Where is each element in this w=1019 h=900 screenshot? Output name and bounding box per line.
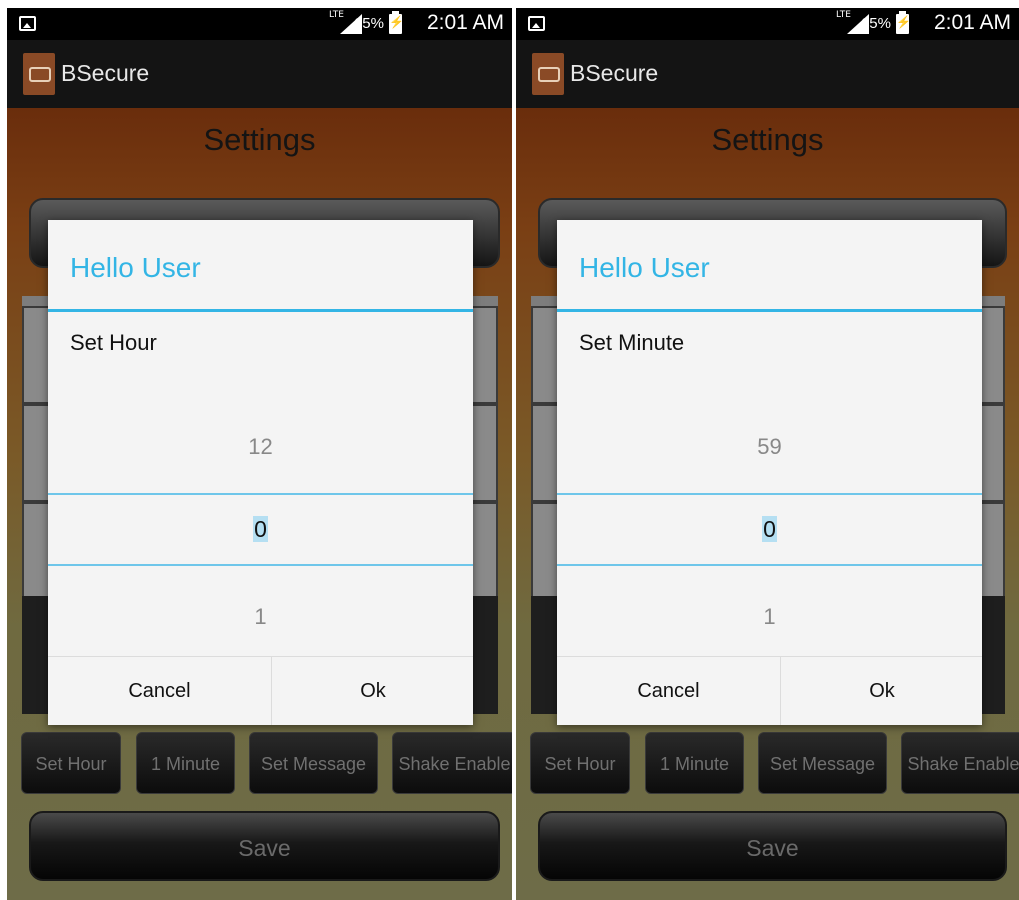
set-hour-dialog: Hello User Set Hour 12 0 1 Cancel Ok xyxy=(48,220,473,725)
picker-divider-bottom xyxy=(48,564,473,566)
picker-divider-top xyxy=(557,493,982,495)
bottom-button-bar: Set Hour 1 Minute Set Message Shake Enab… xyxy=(21,732,512,794)
dialog-title-divider xyxy=(48,309,473,312)
app-title: BSecure xyxy=(61,60,150,86)
ok-button[interactable]: Ok xyxy=(273,657,473,725)
battery-percent: 65% xyxy=(353,15,384,32)
dialog-title: Hello User xyxy=(70,252,201,283)
picker-previous-value[interactable]: 59 xyxy=(557,434,982,460)
app-logo-icon xyxy=(532,53,564,95)
shake-enable-button[interactable]: Shake Enable xyxy=(392,732,512,794)
battery-percent: 65% xyxy=(860,15,891,32)
status-bar: LTE 65% 2:01 AM xyxy=(516,8,1019,40)
action-bar: BSecure xyxy=(7,40,512,108)
set-hour-button[interactable]: Set Hour xyxy=(21,732,121,794)
page-title: Settings xyxy=(711,122,824,157)
cancel-button[interactable]: Cancel xyxy=(48,657,272,725)
image-notification-icon xyxy=(19,16,36,31)
screen-left: LTE 65% 2:01 AM BSecure Settings Set Hou… xyxy=(7,8,512,900)
status-bar: LTE 65% 2:01 AM xyxy=(7,8,512,40)
picker-current-text[interactable]: 0 xyxy=(253,516,268,542)
dialog-message: Set Hour xyxy=(70,330,157,355)
app-title: BSecure xyxy=(570,60,659,86)
ok-button[interactable]: Ok xyxy=(782,657,982,725)
picker-previous-value[interactable]: 12 xyxy=(48,434,473,460)
set-minute-dialog: Hello User Set Minute 59 0 1 Cancel Ok xyxy=(557,220,982,725)
page-title: Settings xyxy=(203,122,316,157)
minute-button[interactable]: 1 Minute xyxy=(136,732,235,794)
picker-next-value[interactable]: 1 xyxy=(557,604,982,630)
action-bar: BSecure xyxy=(516,40,1019,108)
picker-current-value[interactable]: 0 xyxy=(48,516,473,543)
picker-divider-top xyxy=(48,493,473,495)
set-message-button[interactable]: Set Message xyxy=(249,732,378,794)
clock: 2:01 AM xyxy=(933,11,1011,34)
set-message-button[interactable]: Set Message xyxy=(758,732,887,794)
dialog-title-divider xyxy=(557,309,982,312)
picker-divider-bottom xyxy=(557,564,982,566)
app-logo-icon xyxy=(23,53,55,95)
minute-button[interactable]: 1 Minute xyxy=(645,732,744,794)
save-button[interactable]: Save xyxy=(538,811,1007,881)
shake-enable-button[interactable]: Shake Enable xyxy=(901,732,1019,794)
picker-current-value[interactable]: 0 xyxy=(557,516,982,543)
picker-next-value[interactable]: 1 xyxy=(48,604,473,630)
cancel-button[interactable]: Cancel xyxy=(557,657,781,725)
picker-current-text[interactable]: 0 xyxy=(762,516,777,542)
save-button[interactable]: Save xyxy=(29,811,500,881)
dialog-message: Set Minute xyxy=(579,330,685,355)
clock: 2:01 AM xyxy=(426,11,504,34)
screen-right: LTE 65% 2:01 AM BSecure Settings Set Hou… xyxy=(516,8,1019,900)
battery-charging-icon xyxy=(389,11,404,34)
set-hour-button[interactable]: Set Hour xyxy=(530,732,630,794)
battery-charging-icon xyxy=(896,11,911,34)
dialog-title: Hello User xyxy=(579,252,710,283)
bottom-button-bar: Set Hour 1 Minute Set Message Shake Enab… xyxy=(530,732,1019,794)
image-notification-icon xyxy=(528,16,545,31)
